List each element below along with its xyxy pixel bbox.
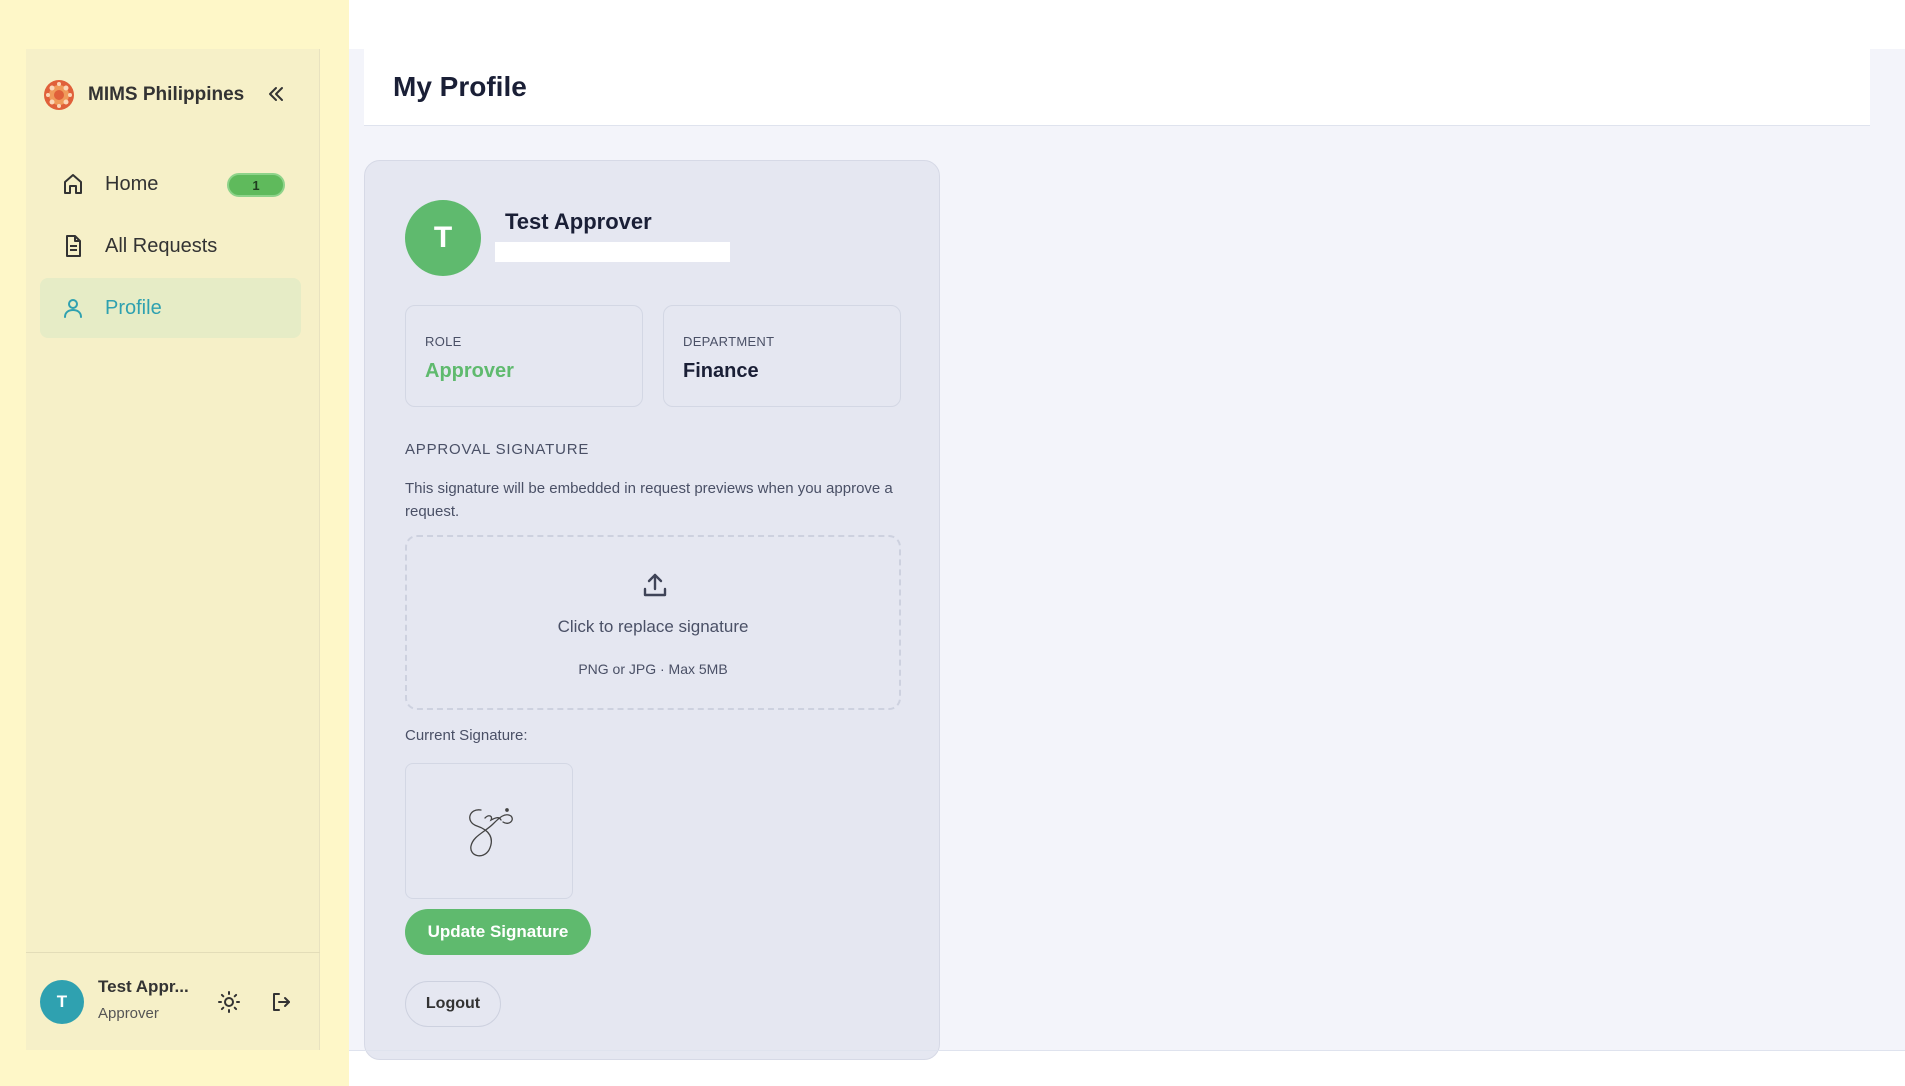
avatar[interactable]: T — [40, 980, 84, 1024]
sun-icon — [218, 991, 240, 1013]
sidebar-item-label: All Requests — [105, 234, 218, 257]
chevrons-left-icon — [269, 87, 283, 101]
page-header: My Profile — [364, 49, 1870, 126]
signature-upload-dropzone[interactable]: Click to replace signature PNG or JPG · … — [405, 535, 901, 710]
brand-logo-icon — [44, 80, 74, 110]
upload-icon — [639, 569, 671, 601]
brand[interactable]: MIMS Philippines — [42, 75, 244, 115]
home-count-badge: 1 — [227, 173, 285, 197]
sidebar-item-home[interactable]: Home 1 — [40, 154, 301, 214]
sidebar-nav: Home 1 All Requests Profile — [40, 154, 301, 340]
logout-icon — [273, 993, 290, 1011]
profile-name: Test Approver — [505, 209, 652, 234]
signature-heading: APPROVAL SIGNATURE — [405, 441, 590, 458]
sidebar-item-label: Home — [105, 172, 159, 195]
sidebar-user-panel: T Test Appr... Approver — [26, 952, 320, 1050]
current-signature-label: Current Signature: — [405, 727, 528, 744]
upload-title: Click to replace signature — [557, 617, 749, 636]
department-label: DEPARTMENT — [683, 334, 775, 349]
update-signature-button[interactable]: Update Signature — [405, 909, 591, 955]
department-value: Finance — [683, 360, 759, 382]
page-title: My Profile — [393, 71, 527, 102]
profile-email-redacted — [495, 242, 730, 262]
department-info-box: DEPARTMENT Finance — [663, 305, 901, 407]
bottom-divider — [349, 1050, 1905, 1051]
role-label: ROLE — [425, 334, 462, 349]
user-name: Test Appr... — [98, 977, 189, 996]
sidebar-item-profile[interactable]: Profile — [40, 278, 301, 338]
role-value: Approver — [425, 360, 514, 382]
profile-card: T Test Approver ROLE Approver DEPARTMENT… — [364, 160, 940, 1060]
profile-avatar: T — [405, 200, 481, 276]
logout-button[interactable]: Logout — [405, 981, 501, 1027]
signature-image — [469, 808, 513, 857]
upload-hint: PNG or JPG · Max 5MB — [578, 661, 728, 677]
home-icon — [60, 171, 86, 197]
sidebar-item-all-requests[interactable]: All Requests — [40, 216, 301, 276]
sidebar-item-label: Profile — [105, 296, 162, 319]
document-icon — [60, 233, 86, 259]
theme-toggle-button[interactable] — [214, 987, 244, 1017]
user-icon — [60, 295, 86, 321]
role-info-box: ROLE Approver — [405, 305, 643, 407]
user-role: Approver — [98, 1005, 159, 1022]
sidebar: MIMS Philippines Home 1 All Requests Pro… — [26, 49, 320, 1050]
current-signature-preview — [405, 763, 573, 899]
brand-name: MIMS Philippines — [88, 84, 245, 105]
sidebar-logout-button[interactable] — [266, 987, 296, 1017]
signature-description: This signature will be embedded in reque… — [405, 480, 893, 520]
collapse-sidebar-button[interactable] — [259, 77, 293, 111]
